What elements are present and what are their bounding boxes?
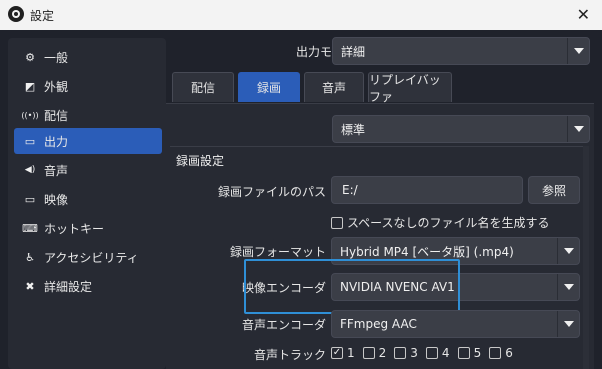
chevron-down-icon	[557, 274, 579, 300]
video-encoder-highlight	[244, 259, 460, 314]
audio-track-checkboxes: 1 2 3 4 5 6	[331, 346, 521, 360]
audio-encoder-select[interactable]: FFmpeg AAC	[331, 310, 580, 338]
sidebar-item-label: 一般	[44, 50, 69, 65]
audio-track-number: 3	[410, 346, 418, 360]
sidebar-item-label: ホットキー	[44, 221, 105, 236]
audio-encoder-label: 音声エンコーダ	[241, 318, 326, 332]
sidebar-item-hotkeys[interactable]: ⌨ ホットキー	[14, 215, 162, 241]
tab-stream[interactable]: 配信	[172, 72, 234, 102]
no-space-filename-label: スペースなしのファイル名を生成する	[347, 216, 550, 230]
audio-track-number: 4	[441, 346, 450, 360]
recording-format-label: 録画フォーマット	[229, 245, 326, 259]
recording-path-input[interactable]: E:/	[331, 176, 523, 204]
audio-track-2-checkbox[interactable]	[362, 347, 375, 359]
sidebar-item-audio[interactable]: ◀) 音声	[14, 157, 162, 183]
audio-track-4-checkbox[interactable]	[425, 347, 438, 359]
sidebar-item-label: アクセシビリティ	[44, 250, 139, 265]
recording-format-value: Hybrid MP4 [ベータ版] (.mp4)	[340, 244, 514, 259]
tab-replay-buffer[interactable]: リプレイバッファ	[368, 72, 452, 104]
audio-track-item[interactable]: 1	[331, 346, 355, 360]
browse-button[interactable]: 参照	[528, 176, 580, 204]
tab-recording[interactable]: 録画	[238, 72, 300, 102]
chevron-down-icon	[557, 238, 579, 264]
keyboard-icon: ⌨	[22, 221, 38, 235]
audio-track-1-checkbox[interactable]	[331, 347, 343, 359]
recording-path-label: 録画ファイルのパス	[217, 185, 326, 199]
audio-track-item[interactable]: 4	[425, 346, 450, 360]
audio-track-item[interactable]: 2	[362, 346, 387, 360]
chevron-down-icon	[567, 38, 589, 64]
speaker-icon: ◀)	[24, 165, 36, 175]
sidebar-item-general[interactable]: ⚙ 一般	[14, 44, 162, 70]
window-title: 設定	[30, 9, 55, 23]
tab-audio[interactable]: 音声	[304, 72, 364, 102]
tab-label: リプレイバッファ	[369, 72, 441, 104]
sidebar-item-video[interactable]: ▭ 映像	[14, 186, 162, 212]
title-bar: 設定 ✕	[0, 0, 602, 30]
tab-label: 音声	[321, 81, 346, 95]
obs-logo-icon	[8, 6, 24, 22]
accessibility-icon: ♿	[25, 250, 35, 264]
audio-track-number: 5	[473, 346, 482, 360]
audio-track-item[interactable]: 6	[489, 346, 513, 360]
sidebar-item-advanced[interactable]: ✖ 詳細設定	[14, 273, 162, 299]
settings-sidebar: ⚙ 一般 ◩ 外観 ((•)) 配信 ▭ 出力 ◀) 音声 ▭ 映像 ⌨ ホット…	[8, 38, 166, 369]
sidebar-item-label: 映像	[44, 192, 69, 207]
no-space-filename-checkbox-row[interactable]: スペースなしのファイル名を生成する	[331, 214, 550, 231]
recording-settings-title: 録画設定	[176, 154, 225, 168]
sidebar-item-label: 外観	[44, 79, 69, 94]
browse-button-label: 参照	[541, 183, 566, 198]
audio-track-number: 1	[347, 346, 355, 360]
sidebar-item-appearance[interactable]: ◩ 外観	[14, 73, 162, 99]
chevron-down-icon	[557, 311, 579, 337]
audio-encoder-value: FFmpeg AAC	[340, 317, 417, 331]
sidebar-item-label: 音声	[44, 163, 69, 178]
output-mode-value: 詳細	[341, 44, 366, 59]
broadcast-icon: ((•))	[21, 110, 39, 120]
type-value: 標準	[341, 122, 366, 137]
sidebar-item-label: 出力	[44, 134, 69, 149]
sidebar-item-accessibility[interactable]: ♿ アクセシビリティ	[14, 244, 162, 270]
panel-scrollbar[interactable]	[583, 146, 589, 369]
audio-track-number: 6	[505, 346, 513, 360]
audio-track-3-checkbox[interactable]	[394, 347, 407, 359]
audio-track-item[interactable]: 5	[457, 346, 482, 360]
type-select[interactable]: 標準	[332, 115, 590, 143]
appearance-icon: ◩	[24, 79, 36, 93]
sidebar-item-label: 詳細設定	[44, 279, 93, 294]
audio-track-item[interactable]: 3	[394, 346, 418, 360]
output-tabs: 配信 録画 音声 リプレイバッファ	[172, 72, 456, 104]
audio-track-label: 音声トラック	[253, 348, 326, 362]
audio-track-6-checkbox[interactable]	[489, 347, 502, 359]
tools-icon: ✖	[25, 279, 35, 293]
output-mode-select[interactable]: 詳細	[332, 37, 590, 65]
gear-icon: ⚙	[25, 50, 35, 64]
recording-path-value: E:/	[342, 183, 358, 197]
sidebar-item-label: 配信	[44, 108, 69, 123]
sidebar-item-output[interactable]: ▭ 出力	[14, 128, 162, 154]
tab-label: 録画	[256, 81, 281, 95]
tab-label: 配信	[190, 81, 215, 95]
audio-track-5-checkbox[interactable]	[457, 347, 470, 359]
monitor-icon: ▭	[24, 192, 36, 206]
close-icon[interactable]: ✕	[577, 5, 590, 24]
output-icon: ▭	[24, 134, 36, 148]
audio-track-number: 2	[378, 346, 387, 360]
no-space-filename-checkbox[interactable]	[331, 216, 343, 229]
chevron-down-icon	[567, 116, 589, 142]
sidebar-item-stream[interactable]: ((•)) 配信	[14, 102, 162, 128]
